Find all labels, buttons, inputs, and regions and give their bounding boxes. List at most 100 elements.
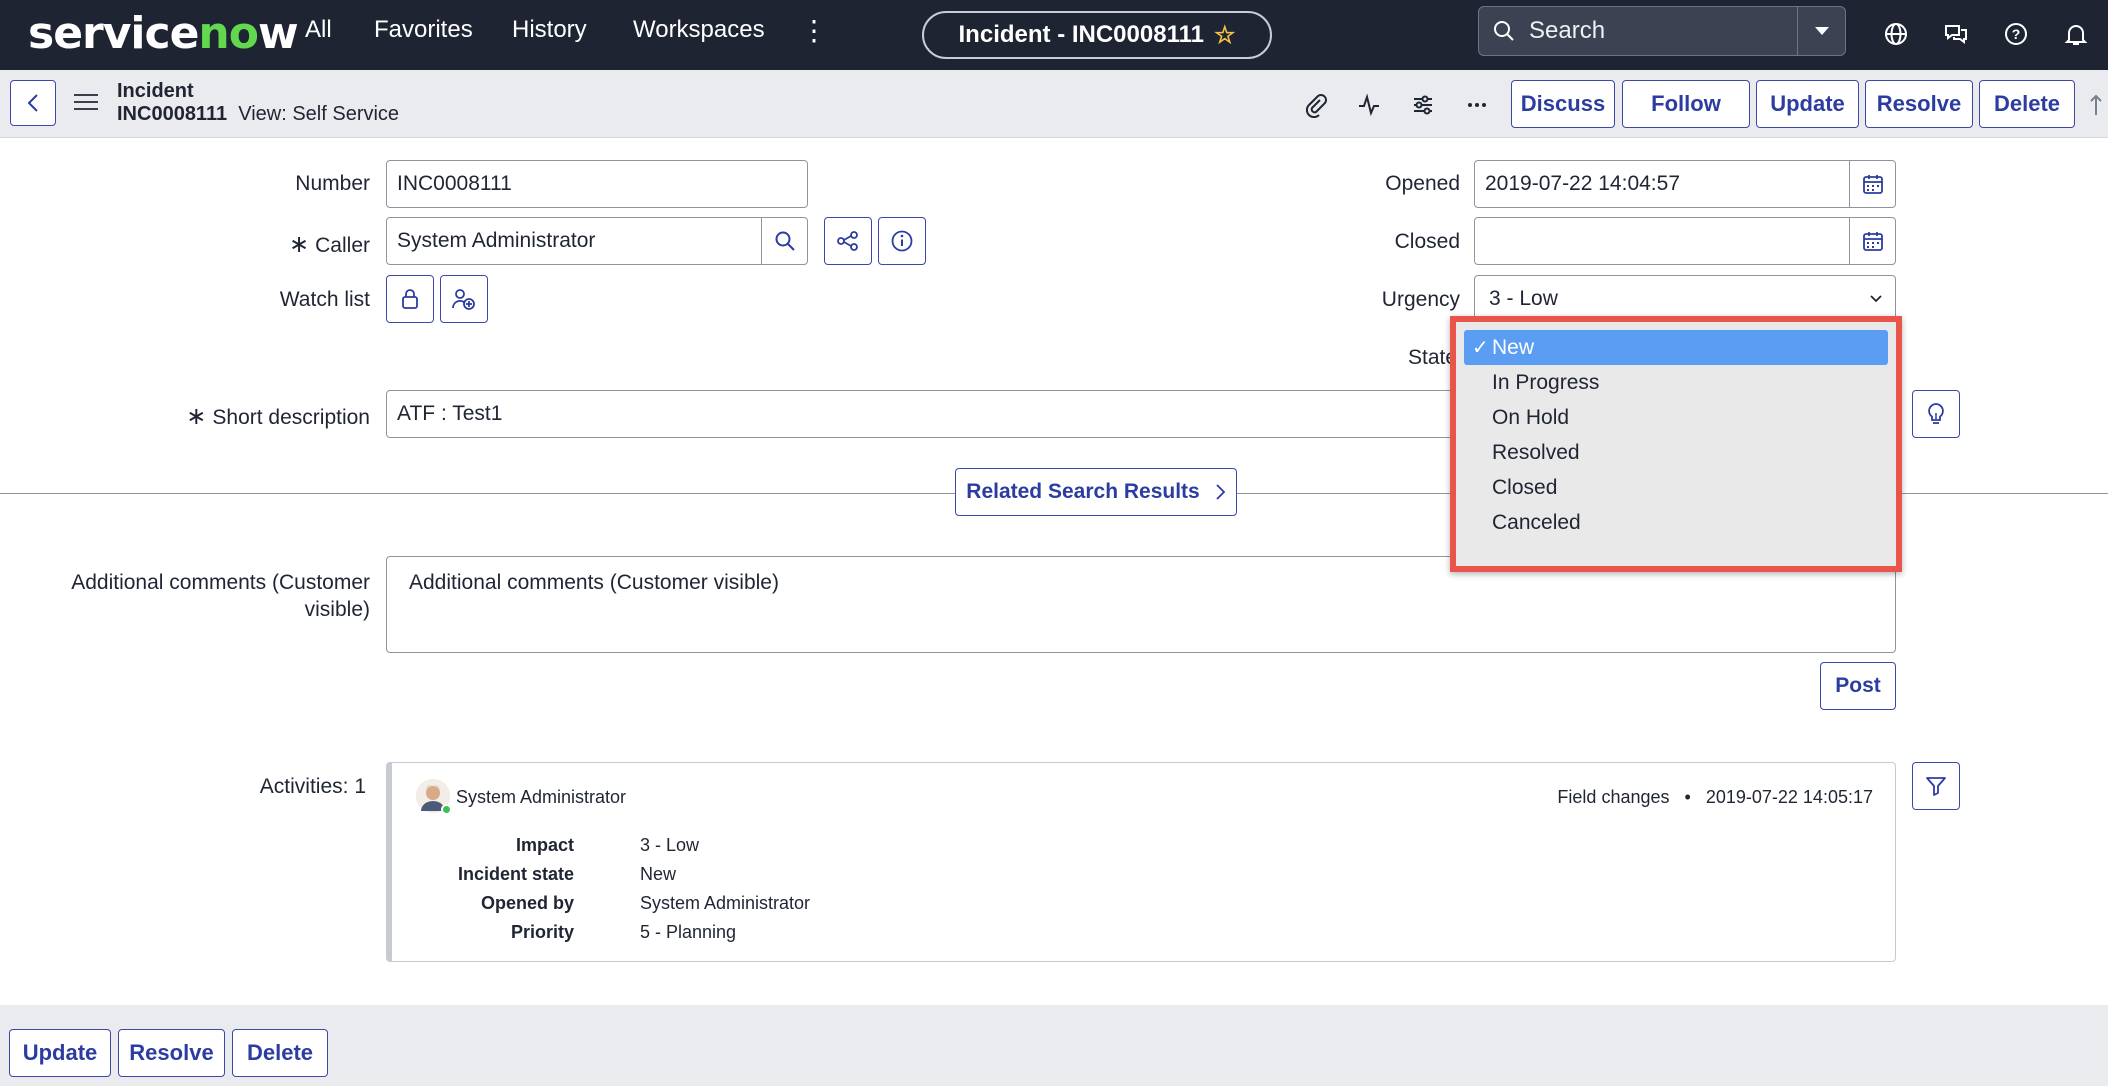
add-user-icon — [452, 289, 475, 310]
checkmark-icon: ✓ — [1472, 337, 1489, 359]
caller-value: System Administrator — [397, 229, 596, 252]
avatar — [416, 779, 452, 815]
settings-sliders-icon[interactable] — [1406, 88, 1440, 122]
state-option-label: Resolved — [1492, 440, 1580, 464]
state-dropdown-menu: ✓ New In Progress On Hold Resolved Closed… — [1450, 316, 1902, 572]
help-icon[interactable]: ? — [1998, 16, 2034, 52]
required-icon: ∗ — [186, 403, 207, 430]
post-button[interactable]: Post — [1820, 662, 1896, 710]
scroll-up-icon[interactable] — [2086, 88, 2106, 122]
state-option-label: New — [1492, 335, 1535, 359]
activity-field-key: Incident state — [457, 864, 574, 884]
top-navigation-bar: servicenow All Favorites History Workspa… — [0, 0, 2108, 70]
discuss-button[interactable]: Discuss — [1511, 80, 1615, 128]
activity-field-key: Impact — [515, 835, 574, 855]
urgency-label: Urgency — [1381, 288, 1460, 311]
opened-label: Opened — [1385, 172, 1460, 195]
activity-field-key: Opened by — [480, 893, 574, 913]
caller-lookup-button[interactable] — [761, 218, 807, 264]
calendar-icon — [1862, 175, 1883, 194]
more-menu-icon[interactable]: ⋮ — [800, 14, 828, 47]
activity-meta: Field changes • 2019-07-22 14:05:17 — [1557, 787, 1873, 807]
closed-field[interactable] — [1474, 217, 1896, 265]
state-options-list: ✓ New In Progress On Hold Resolved Closed… — [1464, 330, 1888, 540]
servicenow-logo[interactable]: servicenow — [28, 8, 299, 59]
filter-icon — [1926, 777, 1946, 796]
state-option-on-hold[interactable]: On Hold — [1464, 400, 1888, 435]
more-icon[interactable] — [1460, 88, 1494, 122]
resolve-button[interactable]: Resolve — [1865, 80, 1973, 128]
activity-filter-button[interactable] — [1912, 762, 1960, 810]
delete-button[interactable]: Delete — [1979, 80, 2075, 128]
additional-comments-label-line2: visible) — [304, 598, 370, 621]
short-description-label: ∗ Short description — [120, 402, 370, 431]
opened-calendar-button[interactable] — [1849, 161, 1895, 207]
state-label: State — [1408, 346, 1458, 369]
globe-icon[interactable] — [1878, 16, 1914, 52]
caller-label-text: Caller — [315, 234, 370, 257]
urgency-value: 3 - Low — [1489, 287, 1558, 310]
state-option-label: Closed — [1492, 475, 1558, 499]
number-label: Number — [295, 172, 370, 195]
watch-list-add-me-button[interactable] — [440, 275, 488, 323]
nav-workspaces[interactable]: Workspaces — [633, 16, 765, 44]
form-header: Incident INC0008111 View: Self Service D… — [0, 70, 2108, 138]
caller-field[interactable]: System Administrator — [386, 217, 808, 265]
opened-field[interactable]: 2019-07-22 14:04:57 — [1474, 160, 1896, 208]
chevron-right-icon — [1216, 484, 1225, 500]
watch-list-lock-button[interactable] — [386, 275, 434, 323]
activity-icon[interactable] — [1352, 88, 1386, 122]
watch-list-label: Watch list — [279, 288, 370, 311]
activities-label: Activities: 1 — [259, 775, 366, 798]
global-search[interactable]: Search — [1478, 6, 1846, 56]
activity-field-value: 3 - Low — [640, 835, 700, 855]
search-icon — [775, 231, 795, 251]
suggestion-button[interactable] — [1912, 390, 1960, 438]
footer-delete-button[interactable]: Delete — [232, 1029, 328, 1077]
state-option-canceled[interactable]: Canceled — [1464, 505, 1888, 540]
calendar-icon — [1862, 232, 1883, 251]
svg-text:?: ? — [2012, 26, 2021, 42]
follow-button[interactable]: Follow — [1622, 80, 1750, 128]
form-footer: Update Resolve Delete — [0, 1005, 2108, 1086]
star-icon[interactable]: ☆ — [1214, 21, 1236, 50]
lock-icon — [402, 289, 418, 309]
search-input[interactable]: Search — [1529, 17, 1797, 45]
related-search-label: Related Search Results — [966, 480, 1200, 503]
chevron-down-icon — [1870, 295, 1882, 303]
caller-info-button[interactable] — [878, 217, 926, 265]
update-button[interactable]: Update — [1756, 80, 1859, 128]
footer-resolve-button[interactable]: Resolve — [118, 1029, 225, 1077]
form-menu-icon[interactable] — [74, 94, 98, 115]
nav-history[interactable]: History — [512, 16, 587, 44]
state-option-new[interactable]: ✓ New — [1464, 330, 1888, 365]
nav-favorites[interactable]: Favorites — [374, 16, 473, 44]
activity-field-value: 5 - Planning — [640, 922, 737, 942]
closed-calendar-button[interactable] — [1849, 218, 1895, 264]
state-option-closed[interactable]: Closed — [1464, 470, 1888, 505]
state-option-label: Canceled — [1492, 510, 1581, 534]
state-option-resolved[interactable]: Resolved — [1464, 435, 1888, 470]
bell-icon[interactable] — [2058, 16, 2094, 52]
number-field[interactable]: INC0008111 — [386, 160, 808, 208]
paperclip-icon[interactable] — [1298, 88, 1332, 122]
activity-field-key: Priority — [510, 922, 574, 942]
caller-hierarchy-button[interactable] — [824, 217, 872, 265]
additional-comments-label: Additional comments (Customer visible) — [40, 569, 370, 623]
record-pill-label: Incident - INC0008111 — [958, 21, 1204, 48]
state-option-in-progress[interactable]: In Progress — [1464, 365, 1888, 400]
chat-icon[interactable] — [1938, 16, 1974, 52]
nav-all[interactable]: All — [305, 16, 332, 44]
activity-entry: System Administrator Field changes • 201… — [386, 762, 1896, 962]
footer-update-button[interactable]: Update — [9, 1029, 111, 1077]
required-icon: ∗ — [289, 231, 310, 258]
related-search-results-button[interactable]: Related Search Results — [955, 468, 1237, 516]
search-scope-dropdown[interactable] — [1797, 7, 1845, 55]
short-description-label-text: Short description — [212, 406, 370, 429]
record-context-pill[interactable]: Incident - INC0008111 ☆ — [922, 11, 1272, 59]
lightbulb-icon — [1928, 403, 1944, 424]
hierarchy-icon — [837, 231, 858, 251]
back-button[interactable] — [10, 80, 56, 126]
state-option-label: In Progress — [1492, 370, 1600, 394]
online-status-icon — [441, 804, 452, 815]
